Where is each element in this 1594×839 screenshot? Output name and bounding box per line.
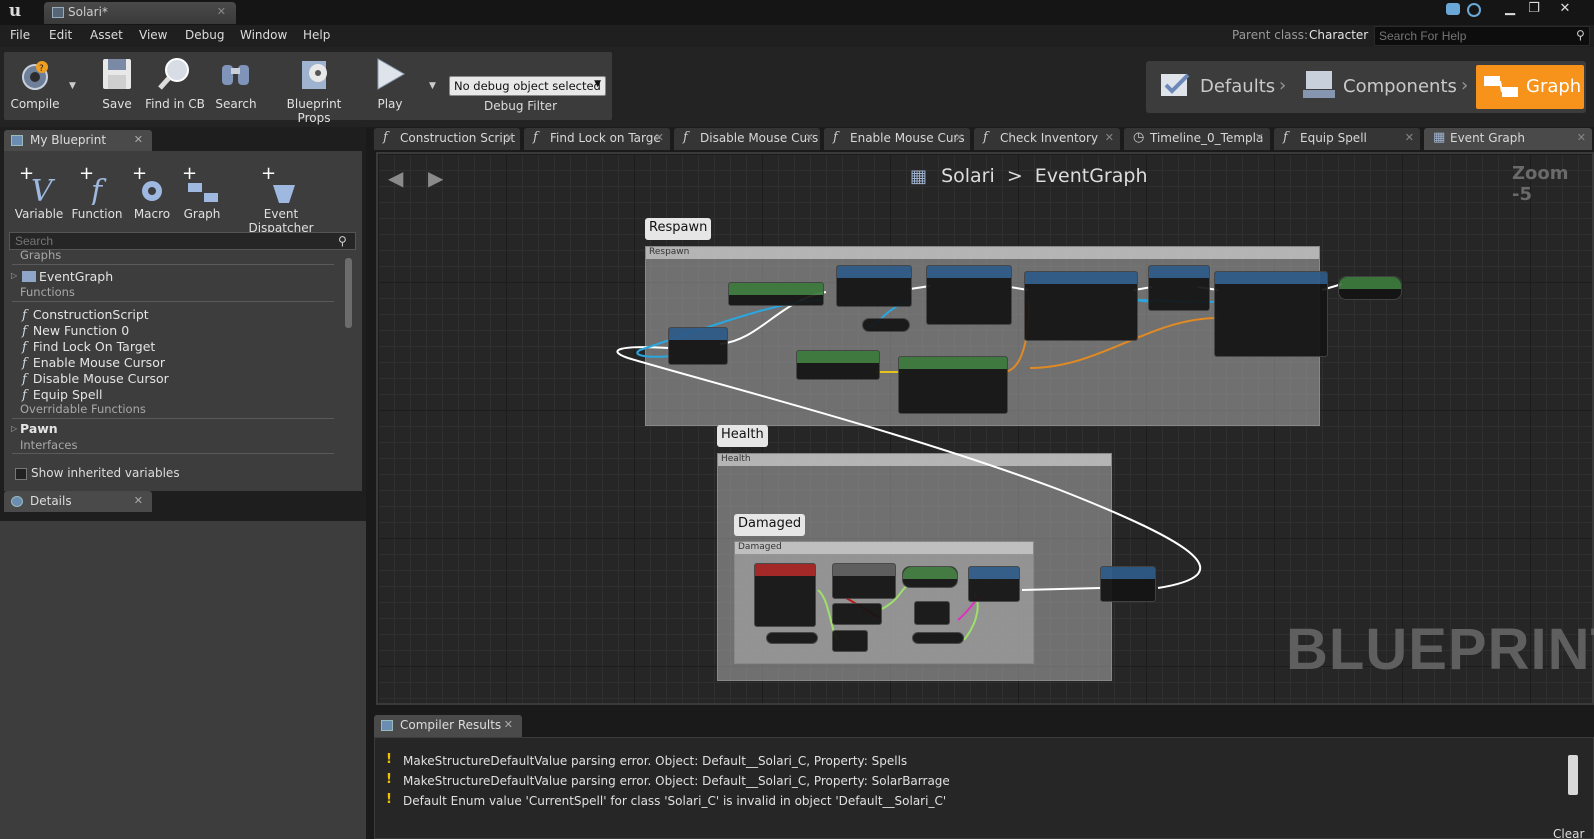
compiler-message[interactable]: MakeStructureDefaultValue parsing error.… — [403, 774, 950, 788]
graph-node-subtract[interactable] — [832, 630, 868, 652]
graph-node-print-string[interactable] — [968, 566, 1020, 602]
graph-node-set-hp[interactable] — [902, 566, 958, 588]
graph-node-spawn-actor-hit-area[interactable] — [1214, 271, 1328, 357]
graph-node-unpossess[interactable] — [668, 327, 728, 365]
graph-node-set-visibility[interactable] — [926, 265, 1012, 325]
node-header — [899, 357, 1007, 369]
close-tab-icon[interactable]: ✕ — [504, 718, 513, 731]
compiler-results-tab-label: Compiler Results — [400, 718, 502, 732]
graph-node-make-transform[interactable] — [898, 356, 1008, 414]
graph-node-branch[interactable] — [832, 563, 896, 599]
node-header — [837, 266, 911, 278]
compiler-message[interactable]: Default Enum value 'CurrentSpell' for cl… — [403, 794, 946, 808]
compiler-results-icon — [381, 720, 393, 731]
graph-node-set-hit-points[interactable] — [1338, 276, 1402, 300]
exec-wire — [1021, 587, 1101, 591]
node-header — [1101, 567, 1155, 579]
graph-node-destroy-actor[interactable] — [1100, 566, 1156, 602]
warning-icon: ! — [386, 772, 392, 787]
clear-button[interactable]: Clear — [1553, 827, 1584, 839]
node-header — [1149, 266, 1209, 278]
compiler-results-panel — [374, 737, 1594, 839]
graph-node-cast-to-player-controller[interactable] — [836, 265, 912, 307]
node-header — [797, 351, 879, 363]
compiler-results-scrollbar[interactable] — [1568, 755, 1578, 795]
graph-node-event-any-damage[interactable] — [754, 563, 816, 627]
graph-node-compare[interactable] — [832, 603, 882, 625]
graph-node-possess[interactable] — [1148, 265, 1210, 311]
warning-icon: ! — [386, 752, 392, 767]
graph-node-get-player-controller[interactable] — [728, 282, 824, 306]
compiler-message[interactable]: MakeStructureDefaultValue parsing error.… — [403, 754, 907, 768]
node-header — [903, 567, 957, 579]
node-header — [833, 564, 895, 576]
graph-node-mesh[interactable] — [862, 318, 910, 332]
graph-node-get-hit-points[interactable] — [912, 632, 964, 644]
node-header — [669, 328, 727, 340]
node-header — [1215, 272, 1327, 284]
graph-node-spawn-actor-solari[interactable] — [1024, 271, 1138, 341]
graph-node-get-actor-location[interactable] — [796, 350, 880, 380]
graph-node-get-hit-points[interactable] — [766, 632, 818, 644]
warning-icon: ! — [386, 792, 392, 807]
graph-node-multiply[interactable] — [914, 601, 950, 625]
node-header — [927, 266, 1011, 278]
node-header — [1025, 272, 1137, 284]
compiler-results-tab[interactable]: Compiler Results ✕ — [374, 715, 522, 737]
node-header — [755, 564, 815, 576]
node-header — [729, 283, 823, 295]
graph-wires — [616, 283, 1343, 641]
node-header — [1339, 277, 1401, 289]
node-header — [969, 567, 1019, 579]
